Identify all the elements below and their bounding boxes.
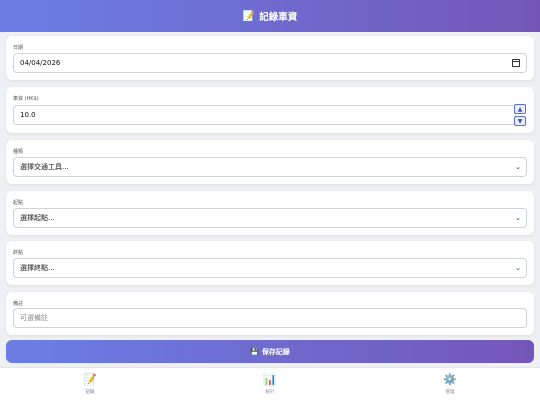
fare-label: 車資 (HK$)	[13, 96, 39, 102]
increment-button[interactable]: ▲	[514, 104, 526, 114]
type-card: 種類 選擇交通工具... ⌄	[6, 140, 534, 184]
end-card: 終點 選擇終點... ⌄	[6, 241, 534, 285]
gear-icon: ⚙️	[443, 373, 457, 386]
arrow-down-icon: ▼	[517, 117, 523, 125]
floppy-disk-icon: 💾	[250, 347, 259, 356]
chevron-down-icon: ⌄	[515, 214, 521, 222]
end-selected: 選擇終點...	[20, 264, 55, 272]
arrow-up-icon: ▲	[517, 105, 523, 113]
app-header: 📝 記錄車資	[0, 0, 540, 32]
nav-item-manage[interactable]: ⚙️ 管理	[420, 374, 480, 402]
nav-item-stats[interactable]: 📊 統計	[240, 374, 300, 402]
calendar-icon[interactable]	[512, 59, 520, 67]
type-selected: 選擇交通工具...	[20, 163, 69, 171]
start-label: 起點	[13, 200, 24, 206]
fare-card: 車資 (HK$) 10.0 ▲ ▼	[6, 87, 534, 133]
note-card: 備註 可選備註	[6, 292, 534, 335]
type-label: 種類	[13, 149, 24, 155]
fare-value: 10.0	[20, 111, 36, 119]
bar-chart-icon: 📊	[263, 373, 277, 386]
save-button-label: 保存記錄	[261, 347, 290, 356]
memo-icon: 📝	[83, 373, 97, 386]
note-placeholder: 可選備註	[20, 314, 48, 322]
bottom-nav: 📝 記錄 📊 統計 ⚙️ 管理	[0, 367, 540, 405]
type-select[interactable]: 選擇交通工具... ⌄	[13, 157, 527, 177]
nav-item-record[interactable]: 📝 記錄	[60, 374, 120, 402]
date-card: 日期 04/04/2026	[6, 36, 534, 80]
save-button[interactable]: 💾 保存記錄	[6, 340, 534, 363]
date-input[interactable]: 04/04/2026	[13, 53, 527, 73]
end-label: 終點	[13, 250, 24, 256]
start-selected: 選擇起點...	[20, 214, 55, 222]
fare-input[interactable]: 10.0	[13, 105, 516, 125]
nav-label: 統計	[265, 390, 275, 395]
chevron-down-icon: ⌄	[515, 163, 521, 171]
start-card: 起點 選擇起點... ⌄	[6, 191, 534, 235]
note-label: 備註	[13, 301, 24, 307]
decrement-button[interactable]: ▼	[514, 116, 526, 126]
nav-label: 記錄	[85, 390, 95, 395]
date-label: 日期	[13, 45, 24, 51]
chevron-down-icon: ⌄	[515, 264, 521, 272]
start-select[interactable]: 選擇起點... ⌄	[13, 208, 527, 228]
date-value: 04/04/2026	[20, 59, 61, 67]
page-title: 記錄車資	[259, 12, 298, 23]
nav-label: 管理	[445, 390, 455, 395]
end-select[interactable]: 選擇終點... ⌄	[13, 258, 527, 278]
memo-icon: 📝	[242, 10, 256, 22]
note-input[interactable]: 可選備註	[13, 308, 527, 328]
